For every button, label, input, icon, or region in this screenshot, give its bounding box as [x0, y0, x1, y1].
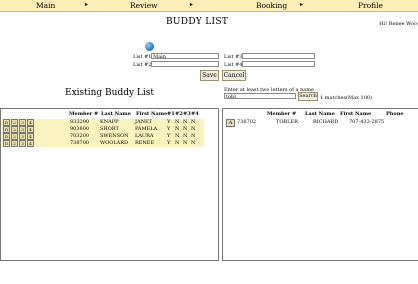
menu-arrow-icon: ▸: [85, 1, 89, 8]
search-result-count: 1 matches(Max 100): [320, 95, 373, 101]
cell-phone: 707-433-2875: [349, 119, 385, 125]
col-member: Member #: [267, 111, 297, 117]
cell-last: KNAPP: [100, 119, 119, 125]
menu-profile[interactable]: Profile: [358, 1, 383, 10]
cell-f1: Y: [167, 126, 171, 132]
menu-arrow-icon: ▸: [300, 1, 304, 8]
col-last-name: Last Name: [101, 111, 131, 117]
col-last-name: Last Name: [305, 111, 335, 117]
move-to-list-2-button[interactable]: 2: [11, 140, 18, 147]
cell-member: 738700: [70, 140, 90, 146]
cell-f3: N: [183, 133, 188, 139]
cell-f4: N: [191, 140, 196, 146]
table-row: D 2 3 4 833200 KNAPP JANET Y N N N: [2, 119, 204, 126]
move-to-list-2-button[interactable]: 2: [11, 126, 18, 133]
cell-f4: N: [191, 119, 196, 125]
delete-button[interactable]: D: [3, 140, 10, 147]
col-first-name: First Name: [136, 111, 168, 117]
cancel-button[interactable]: Cancel: [222, 70, 246, 81]
menu-review[interactable]: Review: [130, 1, 158, 10]
list1-input[interactable]: Main: [151, 53, 219, 60]
cell-f1: Y: [167, 133, 171, 139]
move-to-list-2-button[interactable]: 2: [11, 133, 18, 140]
cell-first: LAURA: [135, 133, 154, 139]
col-phone: Phone: [386, 111, 404, 117]
menu-bar: Main ▸ Review ▸ Booking ▸ Profile: [0, 0, 418, 12]
delete-button[interactable]: D: [3, 126, 10, 133]
col-list1: #1: [167, 111, 175, 117]
list2-label: List #2: [133, 62, 152, 68]
move-to-list-4-button[interactable]: 4: [27, 126, 34, 133]
list4-label: List #4: [224, 62, 243, 68]
col-member: Member #: [69, 111, 99, 117]
delete-button[interactable]: D: [3, 133, 10, 140]
cell-first: RICHARD: [313, 119, 339, 125]
search-results-panel: [222, 108, 418, 261]
list1-label: List #1: [133, 54, 152, 60]
delete-button[interactable]: D: [3, 119, 10, 126]
cell-first: JANET: [135, 119, 152, 125]
col-list4: #4: [191, 111, 199, 117]
menu-main[interactable]: Main: [36, 1, 55, 10]
move-to-list-3-button[interactable]: 3: [19, 133, 26, 140]
existing-buddy-list-heading: Existing Buddy List: [65, 88, 155, 98]
list3-input[interactable]: [242, 53, 315, 59]
cell-f3: N: [183, 119, 188, 125]
table-row: D 2 3 4 703200 SWENSON LAURA Y N N N: [2, 133, 204, 140]
cell-last: SWENSON: [100, 133, 129, 139]
col-list2: #2: [175, 111, 183, 117]
cell-last: WOOLARD: [100, 140, 129, 146]
move-to-list-4-button[interactable]: 4: [27, 133, 34, 140]
col-list3: #3: [183, 111, 191, 117]
cell-member: 738702: [237, 119, 257, 125]
cell-f2: N: [175, 119, 180, 125]
move-to-list-3-button[interactable]: 3: [19, 119, 26, 126]
menu-booking[interactable]: Booking: [256, 1, 287, 10]
cell-member: 833200: [70, 119, 90, 125]
page-title: BUDDY LIST: [166, 17, 229, 27]
cell-f2: N: [175, 126, 180, 132]
cell-f1: Y: [167, 119, 171, 125]
cell-f2: N: [175, 140, 180, 146]
globe-icon: [145, 42, 154, 51]
cell-last: SHORT: [100, 126, 119, 132]
cell-last: TOBLER: [276, 119, 298, 125]
user-greeting: Hi! Renee Woo: [379, 21, 417, 27]
cell-first: RENEE: [135, 140, 155, 146]
move-to-list-2-button[interactable]: 2: [11, 119, 18, 126]
cell-first: PAMELA: [135, 126, 158, 132]
cell-member: 703200: [70, 133, 90, 139]
move-to-list-3-button[interactable]: 3: [19, 140, 26, 147]
list4-input[interactable]: [242, 61, 315, 67]
cell-f1: Y: [167, 140, 171, 146]
list3-label: List #3: [224, 54, 243, 60]
cell-f4: N: [191, 133, 196, 139]
col-first-name: First Name: [340, 111, 372, 117]
save-button[interactable]: Save: [200, 70, 219, 81]
list2-input[interactable]: [151, 61, 219, 67]
search-input[interactable]: tobl: [224, 93, 296, 100]
cell-member: 903800: [70, 126, 90, 132]
table-row: D 2 3 4 738700 WOOLARD RENEE Y N N N: [2, 140, 204, 147]
cell-f2: N: [175, 133, 180, 139]
move-to-list-3-button[interactable]: 3: [19, 126, 26, 133]
table-row: D 2 3 4 903800 SHORT PAMELA Y N N N: [2, 126, 204, 133]
search-button[interactable]: Search: [298, 92, 318, 101]
menu-arrow-icon: ▸: [190, 1, 194, 8]
cell-f4: N: [191, 126, 196, 132]
cell-f3: N: [183, 140, 188, 146]
add-buddy-button[interactable]: A: [226, 119, 235, 127]
move-to-list-4-button[interactable]: 4: [27, 140, 34, 147]
move-to-list-4-button[interactable]: 4: [27, 119, 34, 126]
cell-f3: N: [183, 126, 188, 132]
